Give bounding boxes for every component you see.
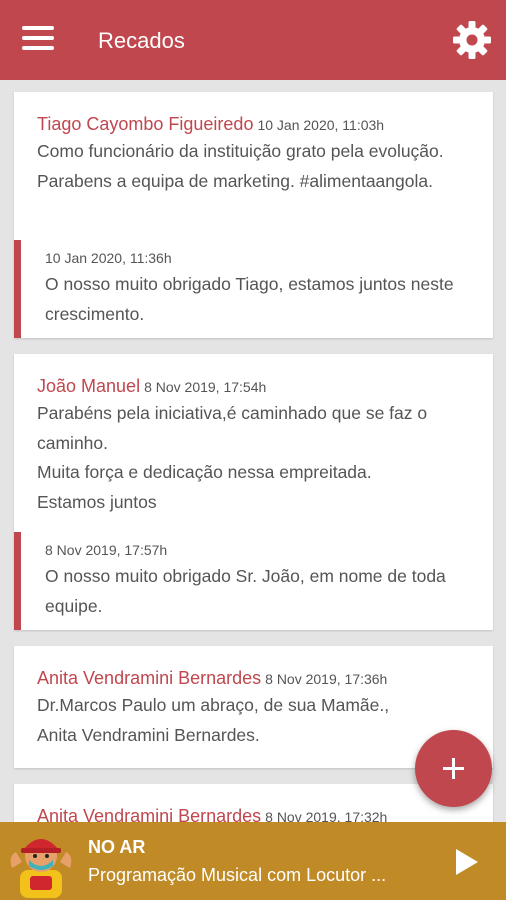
- message-author: Tiago Cayombo Figueiredo: [37, 114, 254, 134]
- message: Anita Vendramini Bernardes 8 Nov 2019, 17…: [14, 646, 493, 750]
- message-text: Dr.Marcos Paulo um abraço, de sua Mamãe.…: [37, 695, 390, 745]
- messages-feed[interactable]: Tiago Cayombo Figueiredo 10 Jan 2020, 11:…: [0, 80, 506, 822]
- page-title: Recados: [98, 28, 185, 53]
- play-icon[interactable]: [452, 848, 480, 876]
- reply-text: O nosso muito obrigado Tiago, estamos ju…: [45, 274, 454, 324]
- reply: 8 Nov 2019, 17:57h O nosso muito obrigad…: [14, 532, 493, 630]
- reply-time: 8 Nov 2019, 17:57h: [45, 542, 168, 558]
- message-card[interactable]: João Manuel 8 Nov 2019, 17:54h Parabéns p…: [14, 354, 493, 630]
- message-author: Anita Vendramini Bernardes: [37, 806, 262, 822]
- message-author: João Manuel: [37, 376, 141, 396]
- player-program: Programação Musical com Locutor ...: [88, 865, 387, 885]
- app-bar: Recados: [0, 0, 506, 80]
- message-time: 8 Nov 2019, 17:32h: [265, 809, 388, 822]
- message-time: 8 Nov 2019, 17:36h: [265, 671, 388, 687]
- message: João Manuel 8 Nov 2019, 17:54h Parabéns p…: [14, 354, 493, 517]
- add-message-button[interactable]: [415, 730, 492, 807]
- radio-player-bar[interactable]: NO AR Programação Musical com Locutor ..…: [0, 822, 506, 900]
- message-time: 8 Nov 2019, 17:54h: [144, 379, 267, 395]
- gear-icon[interactable]: [452, 20, 492, 60]
- message: Tiago Cayombo Figueiredo 10 Jan 2020, 11:…: [14, 92, 493, 196]
- player-status: NO AR: [88, 837, 146, 857]
- hamburger-menu-icon[interactable]: [22, 26, 58, 54]
- message-author: Anita Vendramini Bernardes: [37, 668, 262, 688]
- reply-time: 10 Jan 2020, 11:36h: [45, 250, 172, 266]
- message-time: 10 Jan 2020, 11:03h: [257, 117, 385, 133]
- message-text: Como funcionário da instituição grato pe…: [37, 141, 444, 191]
- reply-text: O nosso muito obrigado Sr. João, em nome…: [45, 566, 446, 616]
- reply: 10 Jan 2020, 11:36h O nosso muito obriga…: [14, 240, 493, 338]
- message-text: Parabéns pela iniciativa,é caminhado que…: [37, 403, 428, 512]
- message-card[interactable]: Tiago Cayombo Figueiredo 10 Jan 2020, 11:…: [14, 92, 493, 338]
- mascot-icon: [6, 826, 76, 898]
